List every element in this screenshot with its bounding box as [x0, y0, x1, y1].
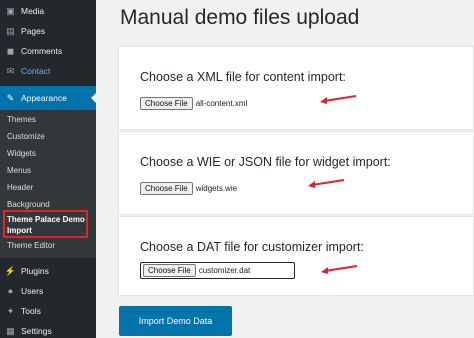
selected-file-name: widgets.wie — [195, 183, 238, 193]
plugins-icon: ⚡ — [4, 265, 17, 276]
menu-label: Contact — [21, 66, 51, 76]
submenu-theme-editor[interactable]: Theme Editor — [7, 241, 55, 250]
customizer-file-input[interactable]: Choose File customizer.dat — [140, 262, 295, 279]
submenu-background[interactable]: Background — [7, 200, 50, 209]
xml-import-section: Choose a XML file for content import: Ch… — [118, 46, 474, 130]
menu-label: Settings — [21, 326, 52, 336]
choose-file-button[interactable]: Choose File — [143, 264, 196, 277]
menu-label: Comments — [21, 46, 63, 56]
annotation-arrow-icon — [321, 265, 358, 274]
submenu-header[interactable]: Header — [7, 183, 33, 192]
current-menu-pointer — [91, 93, 96, 103]
annotation-arrow-icon — [320, 95, 357, 104]
users-icon: ● — [7, 286, 14, 296]
submenu-widgets[interactable]: Widgets — [7, 149, 36, 158]
media-icon: ▣ — [6, 5, 15, 16]
selected-file-name: customizer.dat — [198, 266, 251, 275]
submenu-themes[interactable]: Themes — [7, 115, 36, 124]
annotation-arrow-icon — [308, 179, 345, 188]
menu-item-media[interactable]: ▣ Media — [0, 4, 96, 18]
comments-icon: ◼ — [6, 45, 15, 56]
menu-item-tools[interactable]: ✦ Tools — [0, 304, 96, 318]
page-title: Manual demo files upload — [120, 6, 360, 29]
customizer-import-section: Choose a DAT file for customizer import:… — [118, 216, 474, 296]
menu-label: Users — [21, 286, 44, 296]
appearance-icon: ✎ — [6, 92, 15, 103]
xml-file-input[interactable]: Choose File all-content.xml — [140, 96, 247, 110]
section-title: Choose a XML file for content import: — [140, 70, 346, 84]
menu-item-plugins[interactable]: ⚡ Plugins — [0, 264, 96, 278]
choose-file-button[interactable]: Choose File — [140, 96, 193, 110]
import-demo-data-button[interactable]: Import Demo Data — [119, 306, 232, 336]
menu-label: Tools — [21, 306, 41, 316]
menu-label: Pages — [21, 26, 46, 36]
section-title: Choose a DAT file for customizer import: — [140, 240, 364, 254]
submenu-menus[interactable]: Menus — [7, 166, 31, 175]
section-title: Choose a WIE or JSON file for widget imp… — [140, 155, 391, 169]
selected-file-name: all-content.xml — [195, 98, 248, 108]
menu-item-contact[interactable]: ✉ Contact — [0, 64, 96, 78]
menu-item-comments[interactable]: ◼ Comments — [0, 44, 96, 58]
choose-file-button[interactable]: Choose File — [140, 181, 193, 195]
menu-label: Plugins — [21, 266, 49, 276]
annotation-highlight-box — [3, 210, 88, 238]
settings-icon: ▦ — [6, 325, 15, 336]
widget-import-section: Choose a WIE or JSON file for widget imp… — [118, 131, 474, 215]
menu-item-appearance[interactable]: ✎ Appearance — [0, 86, 96, 110]
tools-icon: ✦ — [6, 305, 15, 316]
menu-item-settings[interactable]: ▦ Settings — [0, 324, 96, 338]
contact-icon: ✉ — [6, 65, 15, 76]
menu-label: Media — [21, 6, 45, 16]
menu-item-pages[interactable]: ▤ Pages — [0, 24, 96, 38]
menu-label: Appearance — [21, 93, 67, 103]
widget-file-input[interactable]: Choose File widgets.wie — [140, 181, 237, 195]
pages-icon: ▤ — [6, 25, 15, 36]
admin-sidebar: ▣ Media ▤ Pages ◼ Comments ✉ Contact ✎ A… — [0, 0, 96, 338]
menu-item-users[interactable]: ● Users — [0, 284, 96, 298]
submenu-customize[interactable]: Customize — [7, 132, 45, 141]
